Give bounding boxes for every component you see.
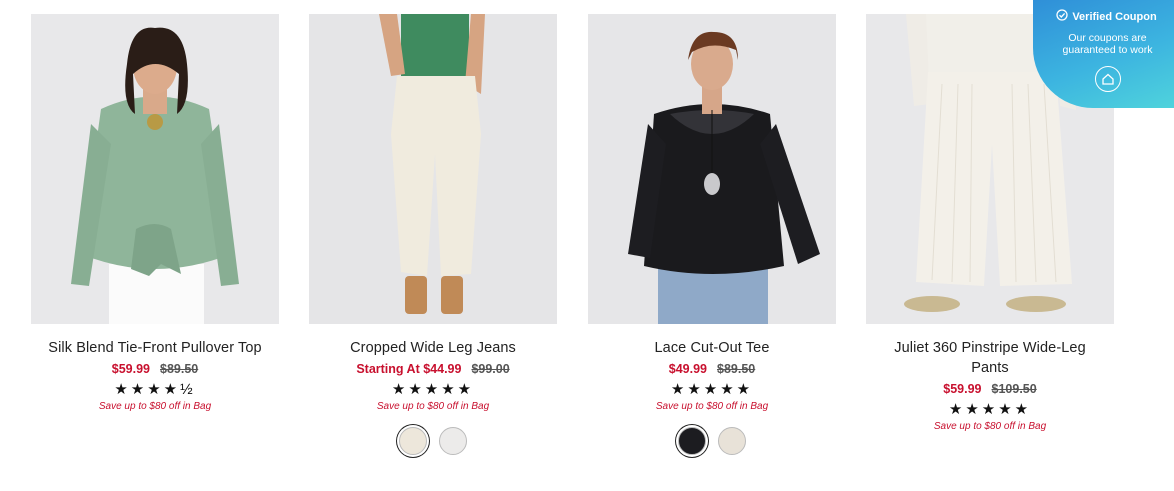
product-grid: Silk Blend Tie-Front Pullover Top $59.99… xyxy=(0,0,1174,491)
original-price: $99.00 xyxy=(471,362,510,376)
product-price: $59.99 $89.50 xyxy=(31,360,279,378)
product-price: Starting At $44.99 $99.00 xyxy=(309,360,557,378)
sale-price: $59.99 xyxy=(111,362,150,376)
product-name[interactable]: Cropped Wide Leg Jeans xyxy=(309,338,557,358)
promo-text: Save up to $80 off in Bag xyxy=(98,401,212,412)
product-name[interactable]: Silk Blend Tie-Front Pullover Top xyxy=(31,338,279,358)
star-rating: ★★★★★ xyxy=(670,381,754,398)
color-swatch-black[interactable] xyxy=(678,427,706,455)
coupon-header: Verified Coupon xyxy=(1033,9,1174,24)
original-price: $109.50 xyxy=(991,382,1037,396)
check-circle-icon xyxy=(1056,9,1068,24)
star-rating: ★★★★½ xyxy=(114,381,196,398)
product-image[interactable] xyxy=(588,14,836,324)
sale-price: $49.99 xyxy=(668,362,707,376)
color-swatch-ivory[interactable] xyxy=(718,427,746,455)
color-swatches xyxy=(588,427,836,455)
color-swatches xyxy=(309,427,557,455)
product-card[interactable]: Cropped Wide Leg Jeans Starting At $44.9… xyxy=(309,14,557,455)
product-image[interactable] xyxy=(309,14,557,324)
product-price: $49.99 $89.50 xyxy=(588,360,836,378)
sale-price: Starting At $44.99 xyxy=(356,362,462,376)
color-swatch-white[interactable] xyxy=(439,427,467,455)
promo-text: Save up to $80 off in Bag xyxy=(933,421,1047,432)
coupon-subtitle: Our coupons are guaranteed to work xyxy=(1062,32,1153,56)
original-price: $89.50 xyxy=(717,362,756,376)
product-price: $59.99 $109.50 xyxy=(866,380,1114,398)
star-rating: ★★★★★ xyxy=(948,401,1032,418)
tag-home-icon[interactable] xyxy=(1095,66,1121,92)
verified-coupon-badge[interactable]: Verified Coupon Our coupons are guarante… xyxy=(1033,0,1174,108)
promo-text: Save up to $80 off in Bag xyxy=(655,401,769,412)
sale-price: $59.99 xyxy=(943,382,982,396)
original-price: $89.50 xyxy=(160,362,199,376)
promo-text: Save up to $80 off in Bag xyxy=(376,401,490,412)
product-image[interactable] xyxy=(31,14,279,324)
product-name[interactable]: Lace Cut-Out Tee xyxy=(588,338,836,358)
coupon-title: Verified Coupon xyxy=(1072,10,1157,23)
product-name[interactable]: Juliet 360 Pinstripe Wide-Leg Pants xyxy=(866,338,1114,378)
star-rating: ★★★★★ xyxy=(391,381,475,398)
product-card[interactable]: Silk Blend Tie-Front Pullover Top $59.99… xyxy=(31,14,279,412)
product-card[interactable]: Lace Cut-Out Tee $49.99 $89.50 ★★★★★ Save… xyxy=(588,14,836,455)
color-swatch-ecru[interactable] xyxy=(399,427,427,455)
